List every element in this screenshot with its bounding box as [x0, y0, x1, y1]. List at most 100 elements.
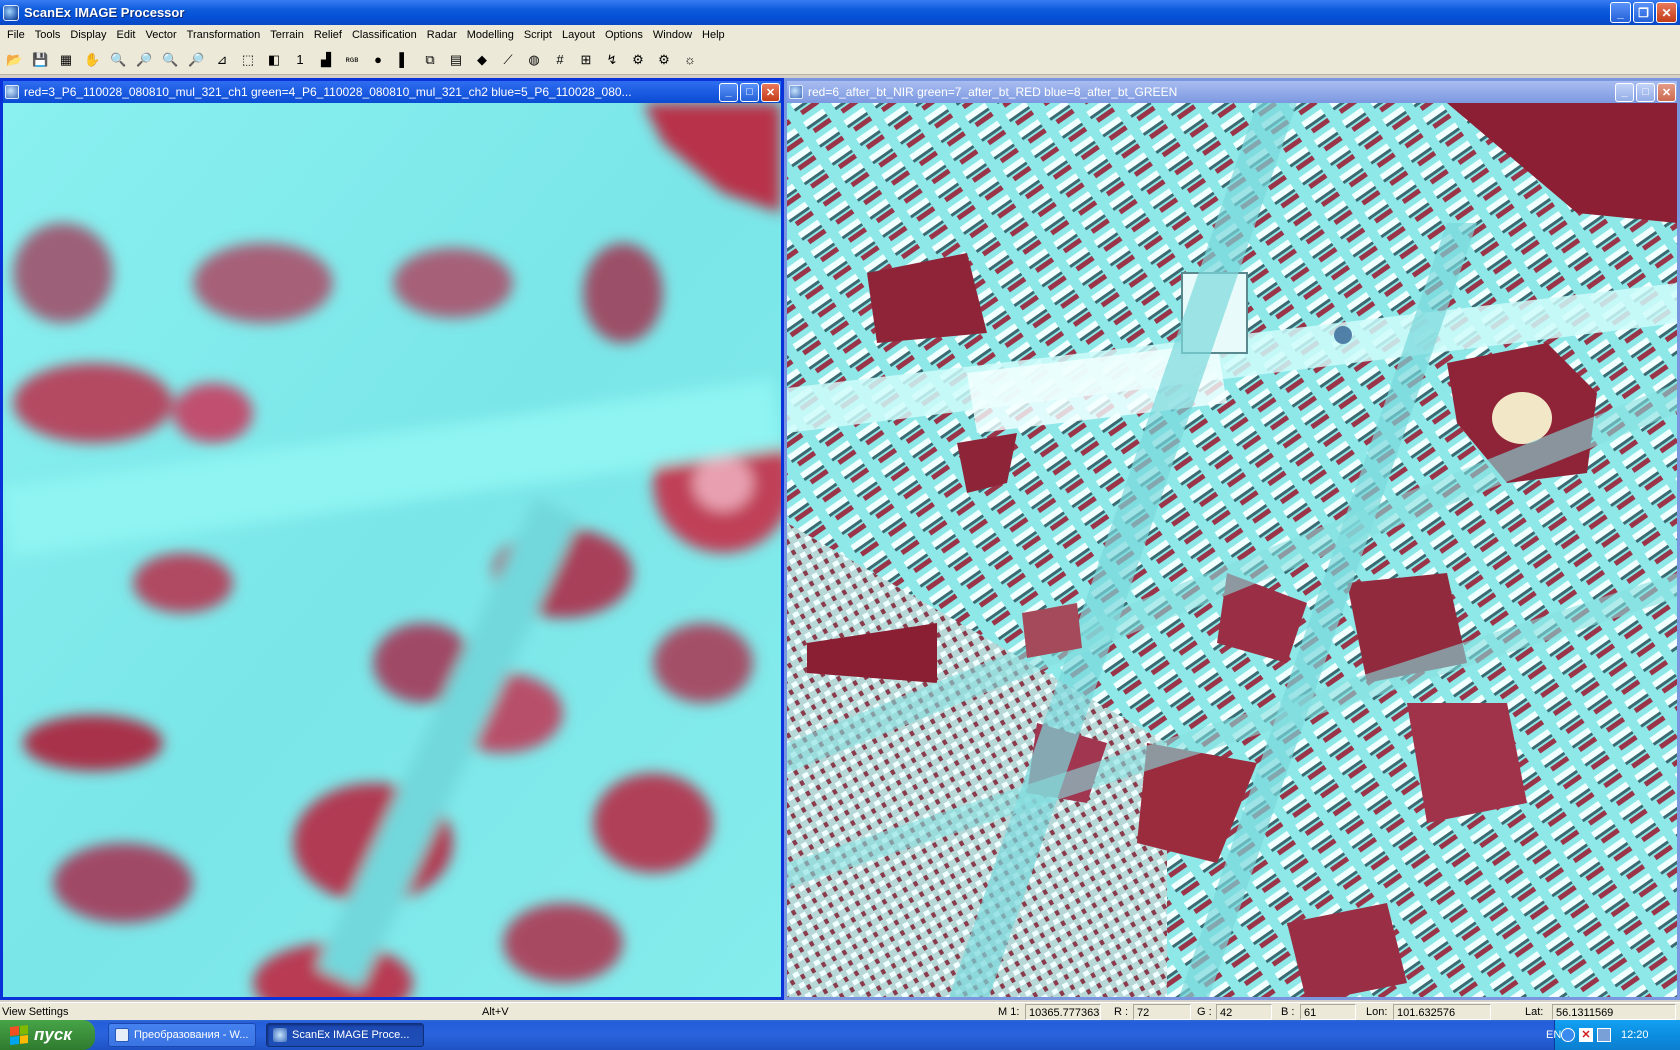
app-icon[interactable]: [3, 4, 19, 21]
language-indicator[interactable]: EN: [1546, 1020, 1561, 1050]
minimize-icon: _: [725, 86, 732, 98]
maximize-icon: □: [1642, 86, 1649, 98]
menu-layout[interactable]: Layout: [557, 25, 600, 45]
menu-modelling[interactable]: Modelling: [462, 25, 519, 45]
menu-script[interactable]: Script: [519, 25, 557, 45]
georeference-button[interactable]: ⊞: [574, 48, 598, 72]
histogram-button[interactable]: ▟: [314, 48, 338, 72]
image-window-left-titlebar[interactable]: red=3_P6_110028_080810_mul_321_ch1 green…: [3, 81, 781, 103]
menu-radar[interactable]: Radar: [422, 25, 462, 45]
profile-button[interactable]: ⟋: [496, 48, 520, 72]
restore-button[interactable]: ❐: [1633, 2, 1654, 23]
child-close-button[interactable]: ✕: [761, 82, 780, 102]
image-window-left[interactable]: red=3_P6_110028_080810_mul_321_ch1 green…: [0, 78, 784, 1000]
histogram-icon: ▟: [321, 51, 331, 67]
menu-tools[interactable]: Tools: [30, 25, 66, 45]
child-minimize-button[interactable]: _: [1615, 82, 1634, 102]
menu-classification[interactable]: Classification: [347, 25, 422, 45]
gear-button[interactable]: ⚙: [626, 48, 650, 72]
menu-vector[interactable]: Vector: [140, 25, 181, 45]
child-minimize-button[interactable]: _: [719, 82, 738, 102]
sun-button[interactable]: ☼: [678, 48, 702, 72]
close-button[interactable]: ✕: [1656, 2, 1677, 23]
minimize-button[interactable]: _: [1610, 2, 1631, 23]
menu-display[interactable]: Display: [65, 25, 111, 45]
speaker-icon[interactable]: [1597, 1028, 1611, 1042]
overview-icon: ◧: [267, 51, 281, 67]
globe-button[interactable]: ◍: [522, 48, 546, 72]
open-button[interactable]: 📂: [2, 48, 26, 72]
red-value: 72: [1133, 1004, 1191, 1020]
start-button[interactable]: пуск: [0, 1020, 95, 1050]
save-icon: 💾: [32, 51, 49, 67]
satellite-image-sharpened[interactable]: [787, 103, 1677, 997]
zoom-fit-button[interactable]: 🔎: [184, 48, 208, 72]
transform-icon: ↯: [606, 51, 618, 67]
network-error-icon[interactable]: ✕: [1579, 1028, 1593, 1042]
system-tray: ✕ 12:20: [1554, 1020, 1680, 1050]
satellite-image-lowres[interactable]: [3, 103, 781, 997]
georeference-icon: ⊞: [580, 51, 592, 67]
taskbar-item-label: ScanEx IMAGE Proce...: [292, 1029, 410, 1041]
clock[interactable]: 12:20: [1621, 1029, 1649, 1041]
grayscale-button[interactable]: ▌: [392, 48, 416, 72]
layers-button[interactable]: ⧉: [418, 48, 442, 72]
menu-relief[interactable]: Relief: [309, 25, 347, 45]
save-button[interactable]: 💾: [28, 48, 52, 72]
taskbar-item-transformations[interactable]: Преобразования - W...: [108, 1023, 256, 1047]
minimize-icon: _: [1617, 5, 1624, 20]
zoom-in-button[interactable]: 🔎: [132, 48, 156, 72]
one-to-one-button[interactable]: 1: [288, 48, 312, 72]
blue-label: B :: [1281, 1006, 1295, 1018]
measure-icon: ⊿: [216, 51, 228, 67]
menu-file[interactable]: File: [2, 25, 30, 45]
app-title-bar[interactable]: ScanEx IMAGE Processor _ ❐ ✕: [0, 0, 1680, 25]
app-title: ScanEx IMAGE Processor: [24, 5, 185, 20]
taskbar: пуск Преобразования - W... ScanEx IMAGE …: [0, 1020, 1680, 1050]
window-icon[interactable]: [5, 85, 19, 99]
transform-button[interactable]: ↯: [600, 48, 624, 72]
maximize-icon: □: [746, 86, 753, 98]
close-settings-button[interactable]: ⚙: [652, 48, 676, 72]
window-icon[interactable]: [789, 85, 803, 99]
menu-transformation[interactable]: Transformation: [182, 25, 266, 45]
menu-edit[interactable]: Edit: [112, 25, 141, 45]
profile-icon: ⟋: [503, 51, 513, 67]
scale-value: 10365.777363: [1025, 1004, 1101, 1020]
pan-hand-button[interactable]: ✋: [80, 48, 104, 72]
grid-button[interactable]: #: [548, 48, 572, 72]
rgb-bands-icon: ʀɢʙ: [345, 54, 359, 64]
menu-terrain[interactable]: Terrain: [265, 25, 309, 45]
child-maximize-button[interactable]: □: [740, 82, 759, 102]
overview-button[interactable]: ◧: [262, 48, 286, 72]
satellite-image-canvas-right: [787, 103, 1677, 997]
color-composite-button[interactable]: ●: [366, 48, 390, 72]
gear-icon: ⚙: [632, 51, 644, 67]
child-close-button[interactable]: ✕: [1657, 82, 1676, 102]
toolbar: 📂 💾 ▦ ✋ 🔍 🔎 🔍 🔎 ⊿ ⬚ ◧ 1 ▟ ʀɢʙ ● ▌ ⧉ ▤ ◆ ⟋ ◍ # ⊞ ↯ ⚙ ⚙ ☼: [0, 45, 1680, 75]
menu-bar: File Tools Display Edit Vector Transformation…: [0, 25, 1680, 45]
image-window-right-titlebar[interactable]: red=6_after_bt_NIR green=7_after_bt_RED …: [787, 81, 1677, 103]
child-maximize-button[interactable]: □: [1636, 82, 1655, 102]
rgb-bands-button[interactable]: ʀɢʙ: [340, 48, 364, 72]
measure-button[interactable]: ⊿: [210, 48, 234, 72]
minimize-icon: _: [1621, 86, 1628, 98]
red-label: R :: [1114, 1006, 1129, 1018]
taskbar-item-scanex[interactable]: ScanEx IMAGE Proce...: [266, 1023, 424, 1047]
menu-options[interactable]: Options: [600, 25, 648, 45]
zoom-out-button[interactable]: 🔍: [158, 48, 182, 72]
image-window-right[interactable]: red=6_after_bt_NIR green=7_after_bt_RED …: [784, 78, 1680, 1000]
vector-layer-button[interactable]: ◆: [470, 48, 494, 72]
green-label: G :: [1197, 1006, 1212, 1018]
back-arrow-icon[interactable]: [1561, 1028, 1575, 1042]
menu-window[interactable]: Window: [648, 25, 697, 45]
menu-help[interactable]: Help: [697, 25, 730, 45]
view-settings-button[interactable]: ▦: [54, 48, 78, 72]
open-icon: 📂: [6, 51, 23, 67]
select-rectangle-button[interactable]: ⬚: [236, 48, 260, 72]
properties-button[interactable]: ▤: [444, 48, 468, 72]
select-rectangle-icon: ⬚: [241, 51, 255, 67]
word-document-icon: [115, 1028, 129, 1042]
status-bar: View Settings Alt+V M 1: 10365.777363 R …: [0, 1002, 1680, 1020]
zoom-window-button[interactable]: 🔍: [106, 48, 130, 72]
